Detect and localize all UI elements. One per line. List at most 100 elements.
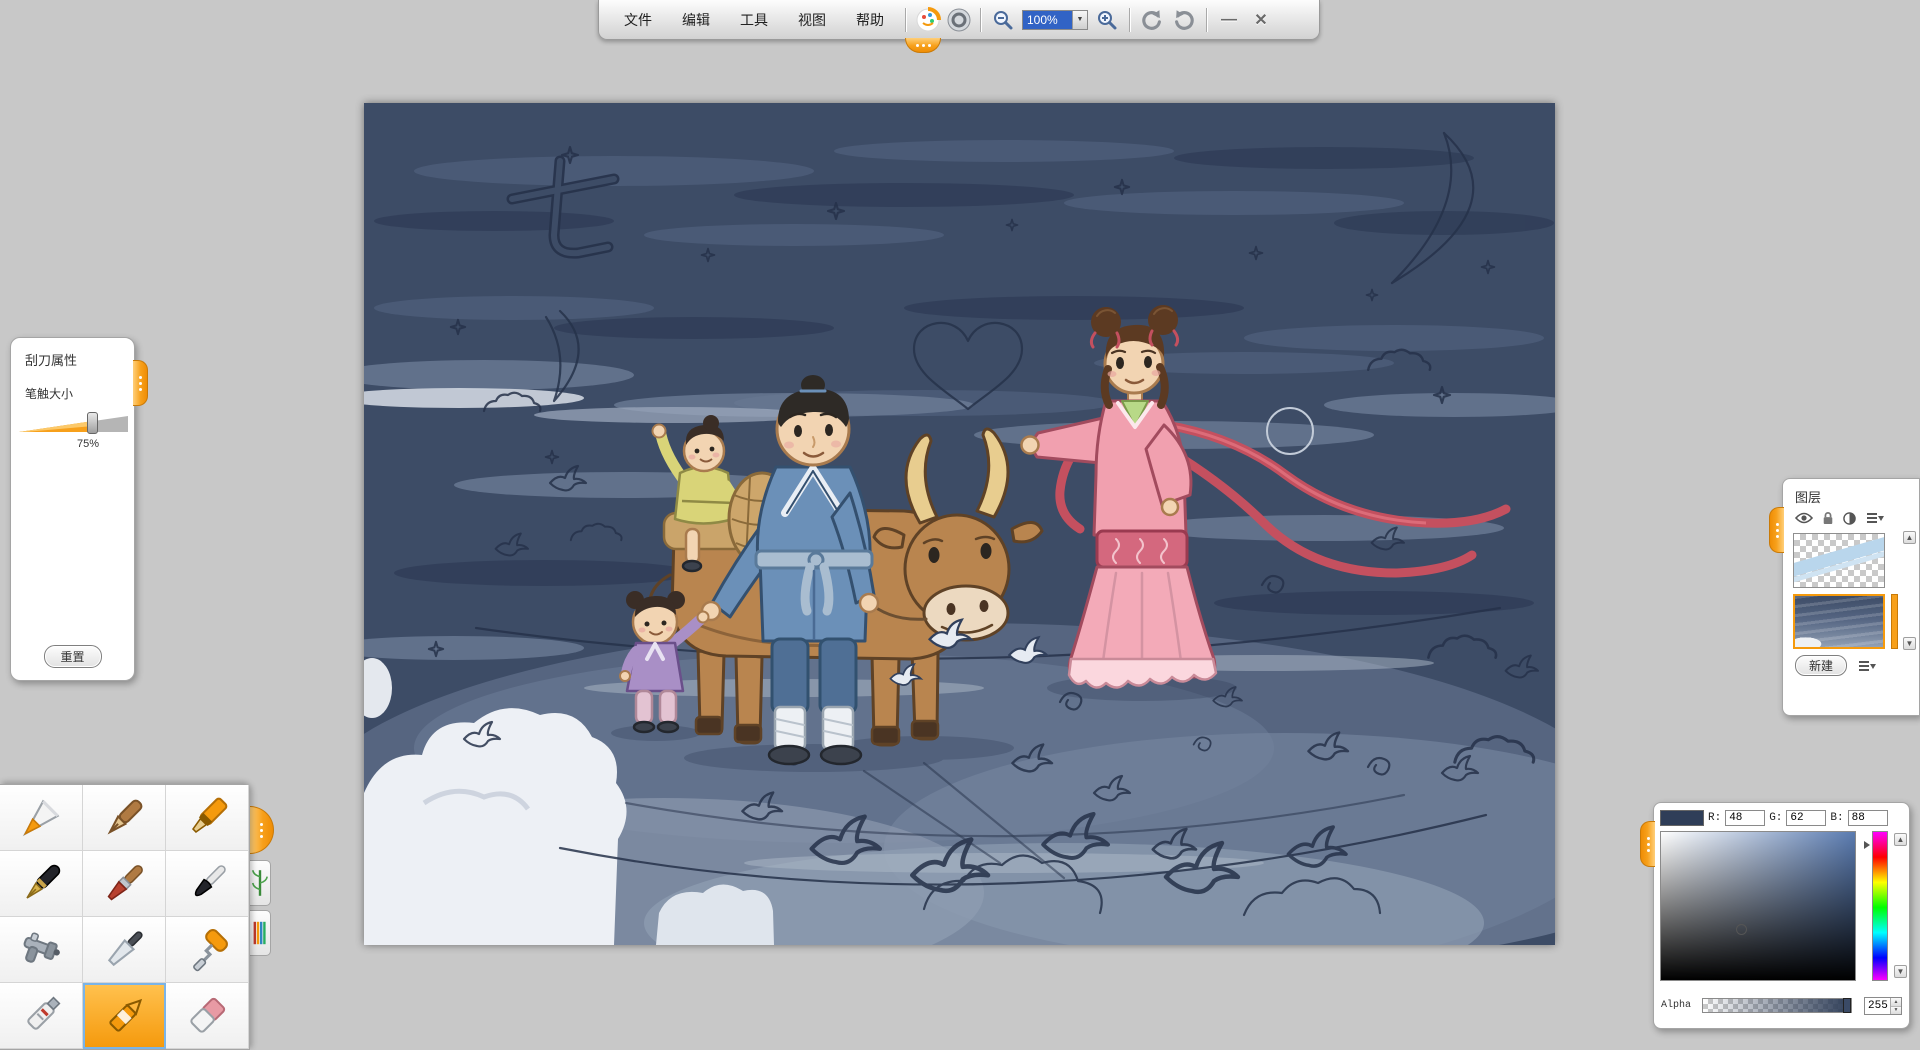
grip-dots [1647, 843, 1650, 846]
blend-half-icon[interactable] [1843, 512, 1856, 525]
brush-size-value: 75% [11, 438, 134, 450]
layers-bottom-bar: 新建 [1795, 655, 1919, 676]
brush-size-label: 笔触大小 [25, 385, 134, 402]
layer-row-painting[interactable] [1793, 594, 1889, 649]
tool-wooden-pen[interactable] [83, 785, 166, 851]
menu-tools[interactable]: 工具 [725, 7, 783, 33]
tool-chisel-marker[interactable] [166, 785, 249, 851]
close-icon: ✕ [1254, 10, 1267, 30]
grip-dots [139, 382, 142, 385]
toolbox-drag-handle[interactable] [250, 806, 274, 854]
spin-down-icon[interactable]: ▼ [1891, 1007, 1901, 1015]
brush-size-slider[interactable] [19, 412, 126, 434]
slider-track [19, 412, 128, 434]
menu-view[interactable]: 视图 [783, 7, 841, 33]
scraper-panel-title: 刮刀属性 [25, 350, 134, 369]
blue-label: B: [1830, 812, 1843, 824]
menu-file[interactable]: 文件 [609, 7, 667, 33]
alpha-slider[interactable] [1702, 998, 1852, 1013]
main-toolbar: 文件 编辑 工具 视图 帮助 100% ▼ [598, 0, 1320, 40]
wooden-pen-icon [98, 792, 150, 844]
tool-paintbrush[interactable] [83, 851, 166, 917]
paint-roller-icon [181, 924, 233, 976]
lock-icon[interactable] [1822, 511, 1834, 525]
texture-strips-button[interactable] [250, 910, 271, 956]
selected-layer-bar [1891, 594, 1898, 649]
alpha-value-box: 255 ▲ ▼ [1864, 997, 1902, 1015]
rgb-row: R: G: B: [1660, 809, 1909, 827]
redo-button[interactable] [1171, 7, 1197, 33]
scraper-panel-handle[interactable] [133, 360, 148, 406]
zoom-combo[interactable]: 100% ▼ [1022, 10, 1088, 30]
red-label: R: [1708, 812, 1721, 824]
tool-scraper[interactable] [83, 983, 166, 1049]
zoom-in-button[interactable] [1094, 7, 1120, 33]
eraser-icon [181, 990, 233, 1042]
tool-airbrush[interactable] [0, 917, 83, 983]
tool-palette-knife[interactable] [83, 917, 166, 983]
new-layer-button[interactable]: 新建 [1795, 655, 1847, 676]
spin-up-icon[interactable]: ▲ [1891, 998, 1901, 1007]
tool-eraser[interactable] [166, 983, 249, 1049]
layer-thumb-sketch[interactable] [1793, 533, 1885, 588]
color-panel-arrow-down[interactable]: ▼ [1894, 965, 1907, 978]
menu-edit[interactable]: 编辑 [667, 7, 725, 33]
tool-paint-roller[interactable] [166, 917, 249, 983]
layers-scroll-up[interactable]: ▲ [1903, 531, 1916, 544]
green-input[interactable] [1786, 810, 1826, 826]
current-color-swatch[interactable] [1660, 810, 1704, 826]
undo-button[interactable] [1139, 7, 1165, 33]
tool-cone-pencil[interactable] [0, 785, 83, 851]
color-picker-cursor[interactable] [1736, 924, 1747, 935]
color-panel-handle[interactable] [1640, 821, 1655, 867]
layers-panel-handle[interactable] [1769, 507, 1784, 553]
close-button[interactable]: ✕ [1246, 7, 1276, 33]
zoom-dropdown-arrow[interactable]: ▼ [1072, 11, 1087, 29]
toolbar-drag-handle[interactable] [905, 38, 941, 53]
layers-scroll-down[interactable]: ▼ [1903, 637, 1916, 650]
color-ring-button[interactable] [945, 6, 972, 33]
tool-fountain-pen[interactable] [0, 851, 83, 917]
layers-menu-icon[interactable] [1857, 659, 1877, 673]
minimize-icon: — [1221, 11, 1237, 29]
ink-brush-icon [181, 858, 233, 910]
color-panel: R: G: B: ▲ ▼ Alpha 255 ▲ ▼ [1653, 802, 1910, 1029]
minimize-button[interactable]: — [1214, 7, 1244, 33]
color-panel-arrow-up[interactable]: ▲ [1894, 833, 1907, 846]
reset-button[interactable]: 重置 [43, 645, 101, 668]
chisel-marker-icon [181, 792, 233, 844]
canvas-area [364, 103, 1555, 945]
paintbrush-icon [98, 858, 150, 910]
canvas-artwork[interactable] [364, 103, 1555, 945]
redo-icon [1172, 8, 1196, 32]
zoom-value[interactable]: 100% [1023, 11, 1072, 29]
zoom-out-button[interactable] [990, 7, 1016, 33]
layers-list [1793, 533, 1889, 649]
bamboo-brush-button[interactable] [250, 860, 271, 906]
layer-row-sketch[interactable] [1793, 533, 1889, 588]
hue-marker [1864, 841, 1870, 849]
alpha-handle[interactable] [1843, 998, 1851, 1013]
red-input[interactable] [1725, 810, 1765, 826]
blue-input[interactable] [1848, 810, 1888, 826]
green-label: G: [1769, 812, 1782, 824]
tool-paint-tube[interactable] [0, 983, 83, 1049]
slider-handle[interactable] [87, 412, 98, 434]
eye-icon[interactable] [1795, 512, 1813, 524]
list-menu-icon[interactable] [1865, 511, 1885, 525]
alpha-value[interactable]: 255 [1865, 1000, 1890, 1012]
saturation-value-picker[interactable] [1660, 831, 1856, 981]
palette-button[interactable] [914, 6, 941, 33]
color-ring-icon [946, 7, 972, 33]
toolbar-separator [905, 8, 906, 32]
alpha-spinner[interactable]: ▲ ▼ [1890, 998, 1901, 1014]
fountain-pen-icon [15, 858, 67, 910]
paint-app-window: { "toolbar": { "menus": [ { "label": "文件… [0, 0, 1920, 1050]
layer-thumb-painting[interactable] [1793, 594, 1885, 649]
scraper-properties-panel: 刮刀属性 笔触大小 75% 重置 [10, 337, 135, 681]
menu-help[interactable]: 帮助 [841, 7, 899, 33]
scraper-icon [99, 990, 151, 1042]
tool-ink-brush[interactable] [166, 851, 249, 917]
grip-dots [1776, 529, 1779, 532]
hue-bar[interactable] [1872, 831, 1888, 981]
